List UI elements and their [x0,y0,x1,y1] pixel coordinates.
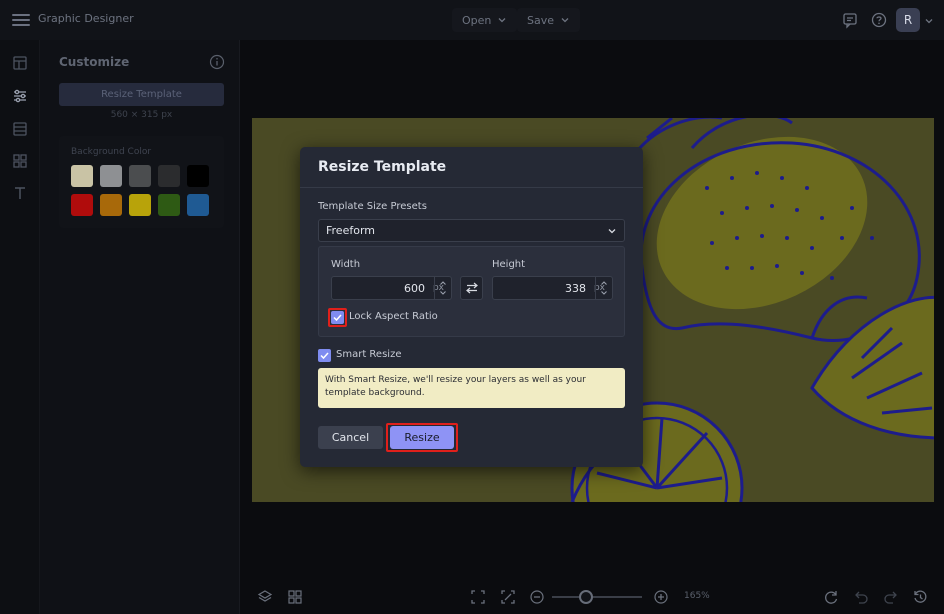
chevron-down-icon [498,18,506,23]
smart-resize-checkbox[interactable] [318,349,331,362]
help-icon[interactable] [870,11,888,29]
current-size-text: 560 × 315 px [110,110,173,120]
dialog-title: Resize Template [318,159,447,175]
width-stepper[interactable] [434,277,451,299]
smart-resize-notice: With Smart Resize, we'll resize your lay… [318,368,625,408]
rotate-icon[interactable] [823,589,839,605]
info-icon[interactable] [209,54,225,70]
zoom-slider-handle[interactable] [579,590,593,604]
width-value: 600 [404,282,425,295]
color-swatch[interactable] [100,165,122,187]
fit-screen-icon[interactable] [470,589,486,605]
open-label: Open [462,13,492,27]
layers-icon[interactable] [257,589,273,605]
dimensions-box: Width 600 px Height 338 px Lock Aspect R… [318,246,625,337]
bottom-toolbar: 165% [240,580,944,614]
size-presets-select[interactable]: Freeform [318,219,625,242]
text-icon[interactable] [12,185,28,201]
color-swatch[interactable] [71,194,93,216]
width-label: Width [331,259,361,270]
layout-icon[interactable] [12,55,28,71]
save-menu-button[interactable]: Save [517,8,581,32]
app-title: Graphic Designer [38,12,134,25]
chevron-down-icon[interactable] [439,289,447,297]
swap-dimensions-button[interactable] [460,276,483,300]
size-preset-value: Freeform [326,224,375,237]
color-swatch[interactable] [71,165,93,187]
smart-resize-label: Smart Resize [336,349,402,360]
open-menu-button[interactable]: Open [452,8,518,32]
resize-template-dialog: Resize Template Template Size Presets Fr… [300,147,643,467]
color-swatch[interactable] [187,194,209,216]
size-presets-label: Template Size Presets [318,201,427,212]
color-swatch[interactable] [158,165,180,187]
zoom-slider-track[interactable] [552,596,642,598]
grid-icon[interactable] [287,589,303,605]
elements-grid-icon[interactable] [12,153,28,169]
cancel-button[interactable]: Cancel [318,426,383,449]
zoom-level[interactable]: 165% [684,591,710,601]
color-swatch[interactable] [129,165,151,187]
height-label: Height [492,259,526,270]
user-avatar[interactable]: R [896,8,920,32]
redo-icon[interactable] [883,589,899,605]
lock-aspect-checkbox[interactable] [331,311,344,324]
lock-aspect-label: Lock Aspect Ratio [349,311,438,322]
hamburger-menu-icon[interactable] [12,11,30,29]
checkmark-icon [333,314,342,322]
zoom-out-icon[interactable] [529,589,545,605]
swap-icon [466,282,478,294]
fit-width-icon[interactable] [500,589,516,605]
chevron-down-icon [561,18,569,23]
zoom-in-icon[interactable] [653,589,669,605]
resize-button[interactable]: Resize [390,426,454,449]
background-color-card: Background Color [59,136,224,228]
color-swatch[interactable] [158,194,180,216]
chevron-up-icon[interactable] [439,279,447,287]
template-icon[interactable] [12,121,28,137]
customize-panel: Customize Resize Template 560 × 315 px B… [40,40,240,614]
resize-template-button[interactable]: Resize Template [59,83,224,106]
save-label: Save [527,13,555,27]
height-stepper[interactable] [595,277,612,299]
panel-title: Customize [59,55,130,69]
height-value: 338 [565,282,586,295]
chevron-down-icon[interactable] [600,289,608,297]
checkmark-icon [320,352,329,360]
chevron-down-icon[interactable] [924,16,934,26]
chevron-down-icon [608,229,616,234]
color-swatch[interactable] [187,165,209,187]
background-color-label: Background Color [71,147,152,157]
height-input[interactable]: 338 px [492,276,613,300]
color-swatch[interactable] [100,194,122,216]
dialog-divider [300,187,643,188]
top-bar: Graphic Designer Open Save R [0,0,944,40]
history-icon[interactable] [912,589,928,605]
undo-icon[interactable] [853,589,869,605]
color-swatch[interactable] [129,194,151,216]
chevron-up-icon[interactable] [600,279,608,287]
sliders-icon[interactable] [12,88,28,104]
comment-icon[interactable] [841,11,859,29]
tool-rail [0,40,40,614]
width-input[interactable]: 600 px [331,276,452,300]
